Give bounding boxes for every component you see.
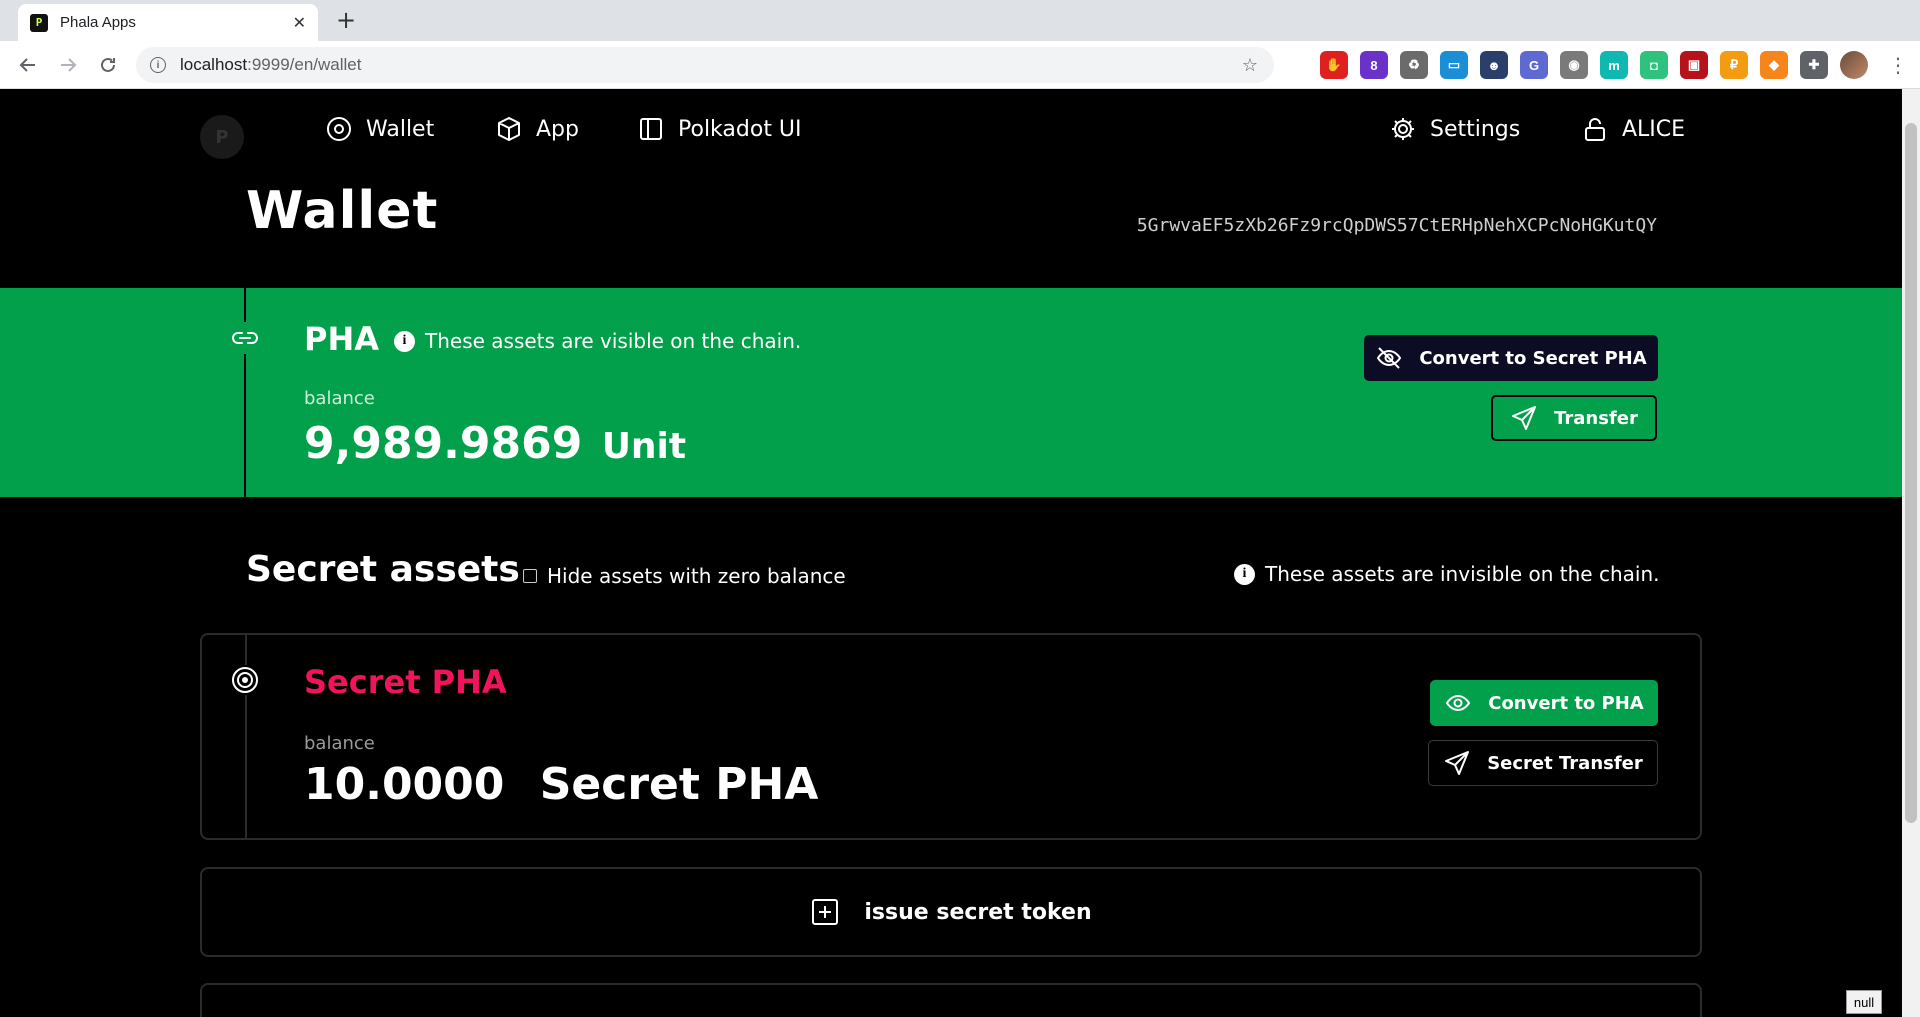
link-icon xyxy=(229,322,261,354)
secret-balance-value: 10.0000 xyxy=(304,759,505,810)
secret-balance: 10.0000 Secret PHA xyxy=(304,759,818,810)
nav-settings-label: Settings xyxy=(1430,116,1521,142)
pha-balance-value: 9,989.9869 xyxy=(304,418,583,469)
target-icon xyxy=(230,665,260,695)
pha-title: PHA xyxy=(304,320,379,358)
bookmark-star-icon[interactable]: ☆ xyxy=(1242,55,1258,76)
convert-to-secret-label: Convert to Secret PHA xyxy=(1419,347,1647,369)
close-icon[interactable]: ✕ xyxy=(293,13,306,32)
convert-to-pha-label: Convert to PHA xyxy=(1488,692,1644,714)
pha-info-text: These assets are visible on the chain. xyxy=(425,329,802,353)
forward-button[interactable] xyxy=(54,51,82,79)
transfer-button[interactable]: Transfer xyxy=(1491,395,1657,441)
secret-info-text: These assets are invisible on the chain. xyxy=(1265,562,1660,586)
nav-app[interactable]: App xyxy=(496,116,579,142)
translate-icon[interactable]: G xyxy=(1520,51,1548,79)
nav-wallet-label: Wallet xyxy=(366,116,435,142)
convert-to-pha-button[interactable]: Convert to PHA xyxy=(1430,680,1658,726)
secret-transfer-label: Secret Transfer xyxy=(1487,752,1643,774)
nav-app-label: App xyxy=(536,116,579,142)
nav-account[interactable]: ALICE xyxy=(1582,116,1685,142)
secret-balance-label: balance xyxy=(304,733,375,754)
reload-icon xyxy=(101,57,115,72)
back-button[interactable] xyxy=(14,51,42,79)
secret-pha-card: Secret PHA balance 10.0000 Secret PHA Co… xyxy=(200,633,1702,840)
puzzle-icon[interactable]: ✚ xyxy=(1800,51,1828,79)
wallet-circle-icon xyxy=(327,117,351,141)
window-icon[interactable]: ▭ xyxy=(1440,51,1468,79)
browser-tabstrip: P Phala Apps ✕ + xyxy=(0,0,1920,41)
issue-secret-token-button[interactable]: issue secret token xyxy=(200,867,1702,957)
info-icon: i xyxy=(394,330,415,352)
pha-asset-section: PHA i These assets are visible on the ch… xyxy=(0,288,1902,497)
phala-favicon-icon: P xyxy=(30,13,48,32)
site-info-icon[interactable]: i xyxy=(150,57,166,73)
issue-secret-token-label: issue secret token xyxy=(864,899,1092,925)
arrow-left-icon xyxy=(19,58,35,72)
page-scrollbar[interactable] xyxy=(1902,89,1920,1017)
fort-icon[interactable]: ▣ xyxy=(1680,51,1708,79)
secret-asset-name: Secret PHA xyxy=(304,663,507,701)
contact-icon[interactable]: ◉ xyxy=(1560,51,1588,79)
url-text: localhost:9999/en/wallet xyxy=(180,55,362,74)
secret-balance-unit: Secret PHA xyxy=(539,759,819,810)
hide-zero-toggle[interactable]: Hide assets with zero balance xyxy=(523,564,846,588)
convert-to-secret-button[interactable]: Convert to Secret PHA xyxy=(1364,335,1658,381)
hide-zero-label: Hide assets with zero balance xyxy=(547,564,846,588)
send-icon xyxy=(1445,751,1470,775)
secret-assets-title: Secret assets xyxy=(246,549,520,590)
scrollbar-thumb[interactable] xyxy=(1905,123,1917,823)
pha-balance-label: balance xyxy=(304,388,375,409)
box-icon xyxy=(498,117,520,141)
m-icon[interactable]: m xyxy=(1600,51,1628,79)
arrow-right-icon xyxy=(61,58,77,72)
recycle-icon[interactable]: ♻ xyxy=(1400,51,1428,79)
plus-square-icon xyxy=(812,899,839,925)
page-title: Wallet xyxy=(246,181,439,241)
next-asset-card xyxy=(200,983,1702,1017)
eye-icon xyxy=(1446,694,1471,712)
tile-icon[interactable]: ◘ xyxy=(1640,51,1668,79)
browser-tab[interactable]: P Phala Apps ✕ xyxy=(18,4,318,41)
pha-balance: 9,989.9869 Unit xyxy=(304,418,686,469)
new-tab-button[interactable]: + xyxy=(332,6,360,34)
unlock-icon xyxy=(1585,118,1605,141)
phala-logo[interactable]: P xyxy=(200,115,244,159)
nav-polkadot-ui[interactable]: Polkadot UI xyxy=(638,116,802,142)
extensions-bar: ✋ 8 ♻ ▭ ☻ G ◉ m ◘ ▣ ₽ ◆ ✚ xyxy=(1320,51,1828,79)
tab-title: Phala Apps xyxy=(60,14,136,31)
debug-null-badge: null xyxy=(1846,990,1882,1014)
metamask-icon[interactable]: ◆ xyxy=(1760,51,1788,79)
nav-polkadot-ui-label: Polkadot UI xyxy=(678,116,802,142)
info-icon: i xyxy=(1234,563,1255,585)
timeline-line xyxy=(244,288,246,497)
phala-app: P Wallet App Polkadot UI Settings ALICE … xyxy=(0,89,1902,1017)
pha-info: i These assets are visible on the chain. xyxy=(394,329,801,353)
reload-button[interactable] xyxy=(94,51,122,79)
browser-menu-icon[interactable]: ⋮ xyxy=(1888,53,1908,77)
account-address[interactable]: 5GrwvaEF5zXb26Fz9rcQpDWS57CtERHpNehXCPcN… xyxy=(1137,215,1657,236)
ublock-icon[interactable]: ✋ xyxy=(1320,51,1348,79)
secret-info: i These assets are invisible on the chai… xyxy=(1234,562,1659,586)
spy-icon[interactable]: ☻ xyxy=(1480,51,1508,79)
sidebar-layout-icon xyxy=(640,118,662,140)
nav-account-label: ALICE xyxy=(1622,116,1686,142)
coin-icon[interactable]: ₽ xyxy=(1720,51,1748,79)
pha-balance-unit: Unit xyxy=(601,426,687,467)
secret-transfer-button[interactable]: Secret Transfer xyxy=(1428,740,1658,786)
nav-settings[interactable]: Settings xyxy=(1390,116,1520,142)
send-icon xyxy=(1512,406,1537,430)
address-bar[interactable]: i localhost:9999/en/wallet ☆ xyxy=(136,47,1274,83)
gear-icon xyxy=(1392,118,1414,140)
eye-off-icon xyxy=(1377,347,1402,369)
graduation-cap-icon[interactable]: 8 xyxy=(1360,51,1388,79)
profile-avatar[interactable] xyxy=(1840,51,1868,79)
nav-wallet[interactable]: Wallet xyxy=(326,116,434,142)
transfer-label: Transfer xyxy=(1554,407,1638,429)
browser-toolbar: i localhost:9999/en/wallet ☆ ✋ 8 ♻ ▭ ☻ G ◉ m ◘ ▣ ₽… xyxy=(0,41,1920,89)
hide-zero-checkbox[interactable] xyxy=(523,569,537,583)
